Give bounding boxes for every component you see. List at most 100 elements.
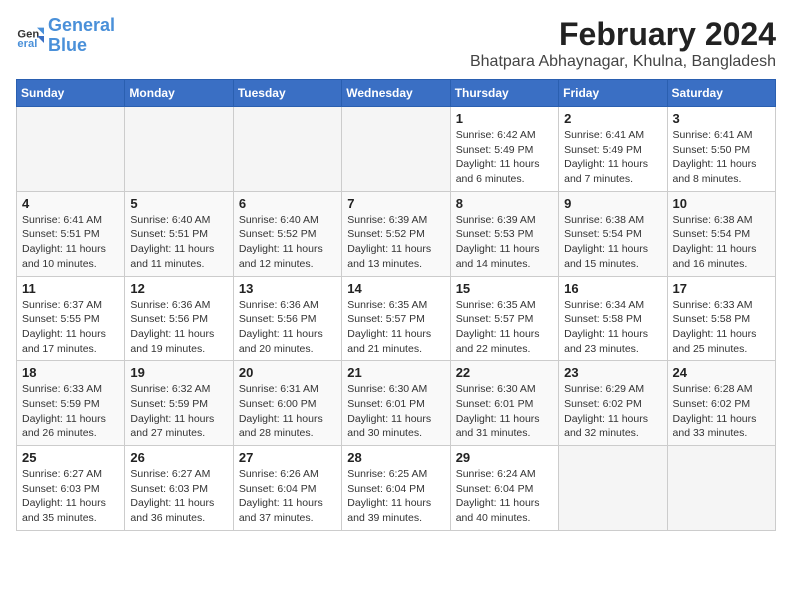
calendar-cell: 1 Sunrise: 6:42 AM Sunset: 5:49 PM Daylig… [450, 107, 558, 192]
calendar-cell: 22Sunrise: 6:30 AM Sunset: 6:01 PM Dayli… [450, 361, 558, 446]
day-info: Sunrise: 6:36 AM Sunset: 5:56 PM Dayligh… [130, 298, 227, 357]
day-number: 18 [22, 365, 119, 380]
day-info: Sunrise: 6:39 AM Sunset: 5:53 PM Dayligh… [456, 213, 553, 272]
calendar-cell: 2 Sunrise: 6:41 AM Sunset: 5:49 PM Daylig… [559, 107, 667, 192]
day-number: 29 [456, 450, 553, 465]
header-thursday: Thursday [450, 80, 558, 107]
day-info: Sunrise: 6:31 AM Sunset: 6:00 PM Dayligh… [239, 382, 336, 441]
day-info: Sunrise: 6:34 AM Sunset: 5:58 PM Dayligh… [564, 298, 661, 357]
calendar-cell: 8 Sunrise: 6:39 AM Sunset: 5:53 PM Daylig… [450, 191, 558, 276]
day-info: Sunrise: 6:41 AM Sunset: 5:50 PM Dayligh… [673, 128, 770, 187]
calendar-cell: 3Sunrise: 6:41 AM Sunset: 5:50 PM Daylig… [667, 107, 775, 192]
calendar-week-4: 18 Sunrise: 6:33 AM Sunset: 5:59 PM Dayli… [17, 361, 776, 446]
day-info: Sunrise: 6:33 AM Sunset: 5:59 PM Dayligh… [22, 382, 119, 441]
calendar-week-3: 11 Sunrise: 6:37 AM Sunset: 5:55 PM Dayli… [17, 276, 776, 361]
calendar-cell [17, 107, 125, 192]
day-info: Sunrise: 6:27 AM Sunset: 6:03 PM Dayligh… [130, 467, 227, 526]
day-info: Sunrise: 6:33 AM Sunset: 5:58 PM Dayligh… [673, 298, 770, 357]
calendar-header: Sunday Monday Tuesday Wednesday Thursday… [17, 80, 776, 107]
page-subtitle: Bhatpara Abhaynagar, Khulna, Bangladesh [470, 53, 776, 71]
day-number: 26 [130, 450, 227, 465]
calendar-cell [559, 446, 667, 531]
calendar-cell: 4Sunrise: 6:41 AM Sunset: 5:51 PM Daylig… [17, 191, 125, 276]
page-title: February 2024 [470, 16, 776, 53]
day-number: 14 [347, 281, 444, 296]
calendar-cell [125, 107, 233, 192]
day-number: 2 [564, 111, 661, 126]
day-info: Sunrise: 6:39 AM Sunset: 5:52 PM Dayligh… [347, 213, 444, 272]
day-number: 28 [347, 450, 444, 465]
calendar-cell: 7 Sunrise: 6:39 AM Sunset: 5:52 PM Daylig… [342, 191, 450, 276]
calendar-week-5: 25Sunrise: 6:27 AM Sunset: 6:03 PM Dayli… [17, 446, 776, 531]
day-number: 1 [456, 111, 553, 126]
day-info: Sunrise: 6:40 AM Sunset: 5:51 PM Dayligh… [130, 213, 227, 272]
svg-text:eral: eral [17, 38, 37, 50]
day-number: 23 [564, 365, 661, 380]
day-number: 7 [347, 196, 444, 211]
calendar-cell: 24 Sunrise: 6:28 AM Sunset: 6:02 PM Dayli… [667, 361, 775, 446]
calendar-cell: 9Sunrise: 6:38 AM Sunset: 5:54 PM Daylig… [559, 191, 667, 276]
day-info: Sunrise: 6:30 AM Sunset: 6:01 PM Dayligh… [347, 382, 444, 441]
day-info: Sunrise: 6:41 AM Sunset: 5:51 PM Dayligh… [22, 213, 119, 272]
day-info: Sunrise: 6:38 AM Sunset: 5:54 PM Dayligh… [564, 213, 661, 272]
header-saturday: Saturday [667, 80, 775, 107]
calendar-cell: 14Sunrise: 6:35 AM Sunset: 5:57 PM Dayli… [342, 276, 450, 361]
day-number: 27 [239, 450, 336, 465]
day-number: 20 [239, 365, 336, 380]
day-info: Sunrise: 6:41 AM Sunset: 5:49 PM Dayligh… [564, 128, 661, 187]
day-info: Sunrise: 6:32 AM Sunset: 5:59 PM Dayligh… [130, 382, 227, 441]
day-info: Sunrise: 6:24 AM Sunset: 6:04 PM Dayligh… [456, 467, 553, 526]
calendar-cell: 29 Sunrise: 6:24 AM Sunset: 6:04 PM Dayli… [450, 446, 558, 531]
calendar-body: 1 Sunrise: 6:42 AM Sunset: 5:49 PM Daylig… [17, 107, 776, 531]
calendar-cell: 18 Sunrise: 6:33 AM Sunset: 5:59 PM Dayli… [17, 361, 125, 446]
logo-line1: General [48, 16, 115, 36]
header-tuesday: Tuesday [233, 80, 341, 107]
day-info: Sunrise: 6:38 AM Sunset: 5:54 PM Dayligh… [673, 213, 770, 272]
calendar-cell: 10 Sunrise: 6:38 AM Sunset: 5:54 PM Dayli… [667, 191, 775, 276]
day-number: 21 [347, 365, 444, 380]
calendar-cell: 16 Sunrise: 6:34 AM Sunset: 5:58 PM Dayli… [559, 276, 667, 361]
day-number: 16 [564, 281, 661, 296]
day-info: Sunrise: 6:28 AM Sunset: 6:02 PM Dayligh… [673, 382, 770, 441]
header-friday: Friday [559, 80, 667, 107]
day-number: 22 [456, 365, 553, 380]
day-info: Sunrise: 6:26 AM Sunset: 6:04 PM Dayligh… [239, 467, 336, 526]
day-number: 6 [239, 196, 336, 211]
calendar-table: Sunday Monday Tuesday Wednesday Thursday… [16, 79, 776, 531]
calendar-week-2: 4Sunrise: 6:41 AM Sunset: 5:51 PM Daylig… [17, 191, 776, 276]
day-number: 19 [130, 365, 227, 380]
calendar-cell [342, 107, 450, 192]
calendar-cell: 28 Sunrise: 6:25 AM Sunset: 6:04 PM Dayli… [342, 446, 450, 531]
header-wednesday: Wednesday [342, 80, 450, 107]
calendar-cell: 13 Sunrise: 6:36 AM Sunset: 5:56 PM Dayli… [233, 276, 341, 361]
day-info: Sunrise: 6:37 AM Sunset: 5:55 PM Dayligh… [22, 298, 119, 357]
day-number: 5 [130, 196, 227, 211]
calendar-week-1: 1 Sunrise: 6:42 AM Sunset: 5:49 PM Daylig… [17, 107, 776, 192]
calendar-cell: 17Sunrise: 6:33 AM Sunset: 5:58 PM Dayli… [667, 276, 775, 361]
header-sunday: Sunday [17, 80, 125, 107]
logo-icon: Gen eral [16, 22, 44, 50]
day-number: 11 [22, 281, 119, 296]
day-number: 8 [456, 196, 553, 211]
calendar-cell: 15Sunrise: 6:35 AM Sunset: 5:57 PM Dayli… [450, 276, 558, 361]
day-info: Sunrise: 6:42 AM Sunset: 5:49 PM Dayligh… [456, 128, 553, 187]
day-number: 10 [673, 196, 770, 211]
calendar-cell: 27 Sunrise: 6:26 AM Sunset: 6:04 PM Dayli… [233, 446, 341, 531]
calendar-cell: 11 Sunrise: 6:37 AM Sunset: 5:55 PM Dayli… [17, 276, 125, 361]
day-number: 12 [130, 281, 227, 296]
day-info: Sunrise: 6:36 AM Sunset: 5:56 PM Dayligh… [239, 298, 336, 357]
calendar-cell: 5 Sunrise: 6:40 AM Sunset: 5:51 PM Daylig… [125, 191, 233, 276]
calendar-cell: 25Sunrise: 6:27 AM Sunset: 6:03 PM Dayli… [17, 446, 125, 531]
calendar-cell: 12 Sunrise: 6:36 AM Sunset: 5:56 PM Dayli… [125, 276, 233, 361]
calendar-cell: 23 Sunrise: 6:29 AM Sunset: 6:02 PM Dayli… [559, 361, 667, 446]
day-info: Sunrise: 6:25 AM Sunset: 6:04 PM Dayligh… [347, 467, 444, 526]
calendar-cell: 20 Sunrise: 6:31 AM Sunset: 6:00 PM Dayli… [233, 361, 341, 446]
day-info: Sunrise: 6:27 AM Sunset: 6:03 PM Dayligh… [22, 467, 119, 526]
day-info: Sunrise: 6:29 AM Sunset: 6:02 PM Dayligh… [564, 382, 661, 441]
day-number: 24 [673, 365, 770, 380]
calendar-cell [667, 446, 775, 531]
header: Gen eral General Blue February 2024 Bhat… [16, 16, 776, 71]
calendar-cell: 26 Sunrise: 6:27 AM Sunset: 6:03 PM Dayli… [125, 446, 233, 531]
calendar-cell: 19 Sunrise: 6:32 AM Sunset: 5:59 PM Dayli… [125, 361, 233, 446]
day-number: 13 [239, 281, 336, 296]
